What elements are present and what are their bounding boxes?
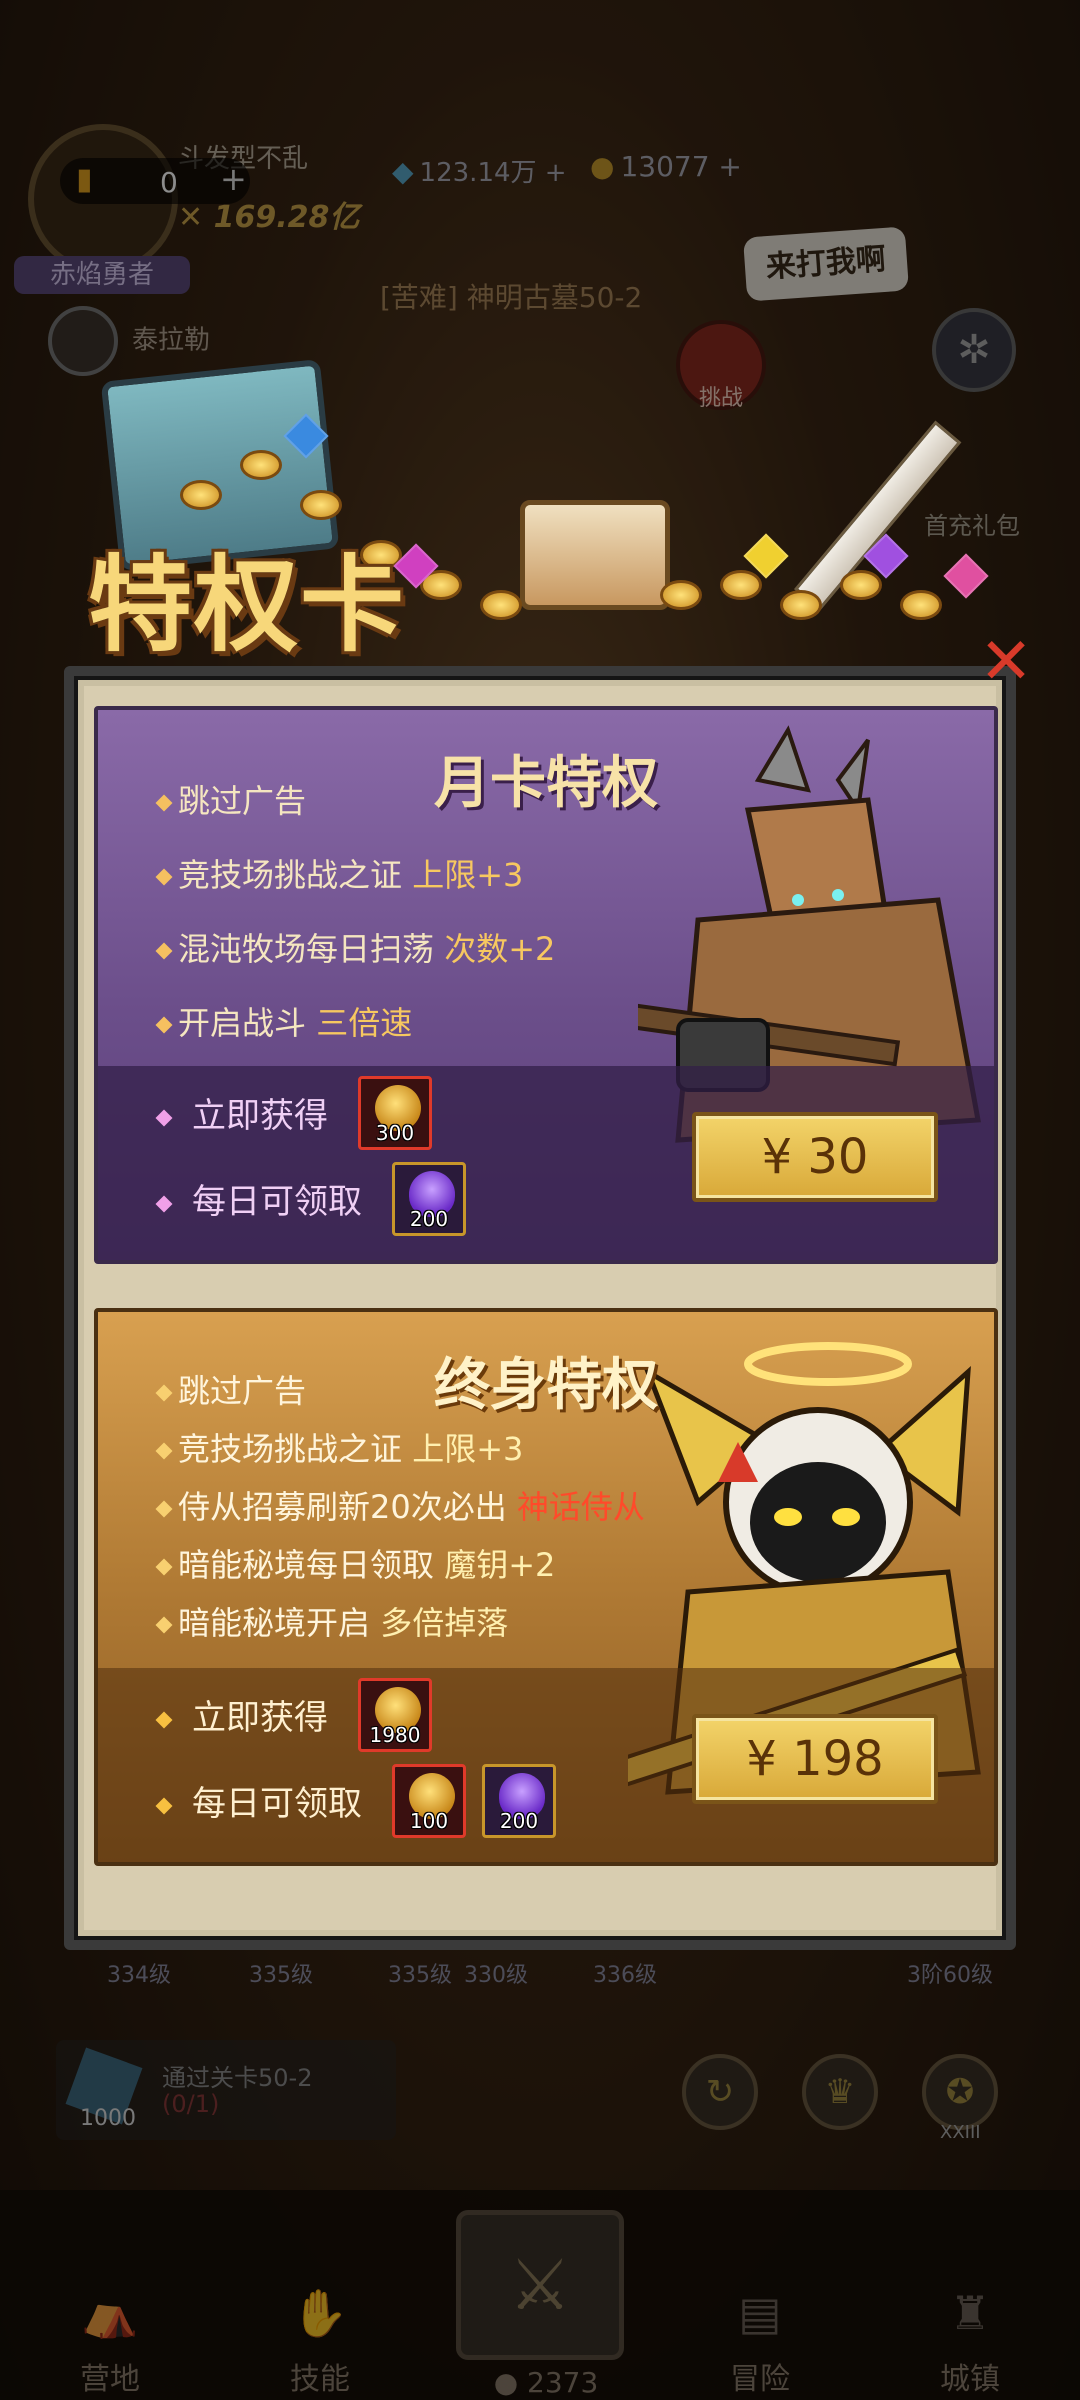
- bullet-icon: [155, 1711, 173, 1728]
- feature-text: 开启战斗: [178, 1004, 317, 1042]
- gold-skull-coin-icon[interactable]: 100: [392, 1764, 466, 1838]
- purple-flame-icon[interactable]: 200: [392, 1162, 466, 1236]
- lifetime-feature: 竞技场挑战之证 上限+3: [155, 1424, 524, 1470]
- bullet-icon: [155, 794, 173, 812]
- monthly-feature: 跳过广告: [155, 776, 307, 822]
- bullet-icon: [155, 1442, 173, 1460]
- buy-monthly-button[interactable]: ¥ 30: [692, 1112, 938, 1202]
- coin-icon: [240, 450, 282, 480]
- buy-lifetime-button[interactable]: ¥ 198: [692, 1714, 938, 1804]
- instant-reward-label: 立即获得: [155, 1088, 328, 1137]
- lifetime-feature: 暗能秘境每日领取 魔钥+2: [155, 1540, 556, 1586]
- feature-highlight: 上限+3: [412, 856, 524, 894]
- bullet-icon: [155, 1016, 173, 1034]
- reward-qty: 200: [409, 1207, 449, 1231]
- feature-text: 跳过广告: [178, 1372, 307, 1410]
- daily-reward-label: 每日可领取: [155, 1776, 362, 1825]
- feature-text: 暗能秘境开启: [178, 1604, 381, 1642]
- bullet-icon: [155, 1500, 173, 1518]
- gem-icon: [943, 553, 989, 599]
- feature-text: 混沌牧场每日扫荡: [178, 930, 445, 968]
- instant-reward-label: 立即获得: [155, 1690, 328, 1739]
- reward-qty: 1980: [369, 1723, 421, 1747]
- daily-label-text: 每日可领取: [192, 1784, 362, 1824]
- feature-highlight: 多倍掉落: [380, 1604, 509, 1642]
- bullet-icon: [155, 868, 173, 886]
- lifetime-card: 终身特权 跳过广告 竞技场挑战之证 上限+3 侍从招募刷新20次必出 神话侍从 …: [94, 1308, 998, 1866]
- coin-icon: [300, 490, 342, 520]
- reward-qty: 200: [499, 1809, 539, 1833]
- modal-title: 特权卡: [88, 543, 407, 666]
- feature-text: 竞技场挑战之证: [178, 1430, 413, 1468]
- bullet-icon: [155, 1797, 173, 1814]
- coin-icon: [180, 480, 222, 510]
- coin-icon: [720, 570, 762, 600]
- small-chest-icon: [520, 500, 670, 610]
- feature-highlight: 三倍速: [316, 1004, 413, 1042]
- gold-skull-coin-icon[interactable]: 300: [358, 1076, 432, 1150]
- bullet-icon: [155, 1195, 173, 1212]
- reward-qty: 300: [375, 1121, 415, 1145]
- feature-text: 竞技场挑战之证: [178, 856, 413, 894]
- daily-reward-label: 每日可领取: [155, 1174, 362, 1223]
- feature-text: 侍从招募刷新20次必出: [178, 1488, 517, 1526]
- monthly-feature: 混沌牧场每日扫荡 次数+2: [155, 924, 556, 970]
- feature-highlight: 上限+3: [412, 1430, 524, 1468]
- coin-icon: [840, 570, 882, 600]
- instant-label-text: 立即获得: [192, 1096, 328, 1136]
- monthly-card: 月卡特权 跳过广告 竞技场挑战之证 上限+3 混沌牧场每日扫荡 次数+2 开启战…: [94, 706, 998, 1264]
- bullet-icon: [155, 942, 173, 960]
- feature-text: 暗能秘境每日领取: [178, 1546, 445, 1584]
- monthly-feature: 竞技场挑战之证 上限+3: [155, 850, 524, 896]
- close-icon[interactable]: ✕: [978, 630, 1034, 694]
- feature-highlight: 魔钥+2: [444, 1546, 556, 1584]
- coin-icon: [480, 590, 522, 620]
- bullet-icon: [155, 1558, 173, 1576]
- lifetime-feature: 侍从招募刷新20次必出 神话侍从: [155, 1482, 645, 1528]
- gold-skull-coin-icon[interactable]: 1980: [358, 1678, 432, 1752]
- feature-text: 跳过广告: [178, 782, 307, 820]
- reward-qty: 100: [409, 1809, 449, 1833]
- daily-label-text: 每日可领取: [192, 1182, 362, 1222]
- feature-highlight: 次数+2: [444, 930, 556, 968]
- monthly-feature: 开启战斗 三倍速: [155, 998, 413, 1044]
- instant-label-text: 立即获得: [192, 1698, 328, 1738]
- coin-icon: [900, 590, 942, 620]
- coin-icon: [660, 580, 702, 610]
- bullet-icon: [155, 1384, 173, 1402]
- lifetime-feature: 暗能秘境开启 多倍掉落: [155, 1598, 509, 1644]
- lifetime-feature: 跳过广告: [155, 1366, 307, 1412]
- purple-flame-icon[interactable]: 200: [482, 1764, 556, 1838]
- bullet-icon: [155, 1616, 173, 1634]
- coin-icon: [780, 590, 822, 620]
- bullet-icon: [155, 1109, 173, 1126]
- feature-highlight: 神话侍从: [516, 1488, 645, 1526]
